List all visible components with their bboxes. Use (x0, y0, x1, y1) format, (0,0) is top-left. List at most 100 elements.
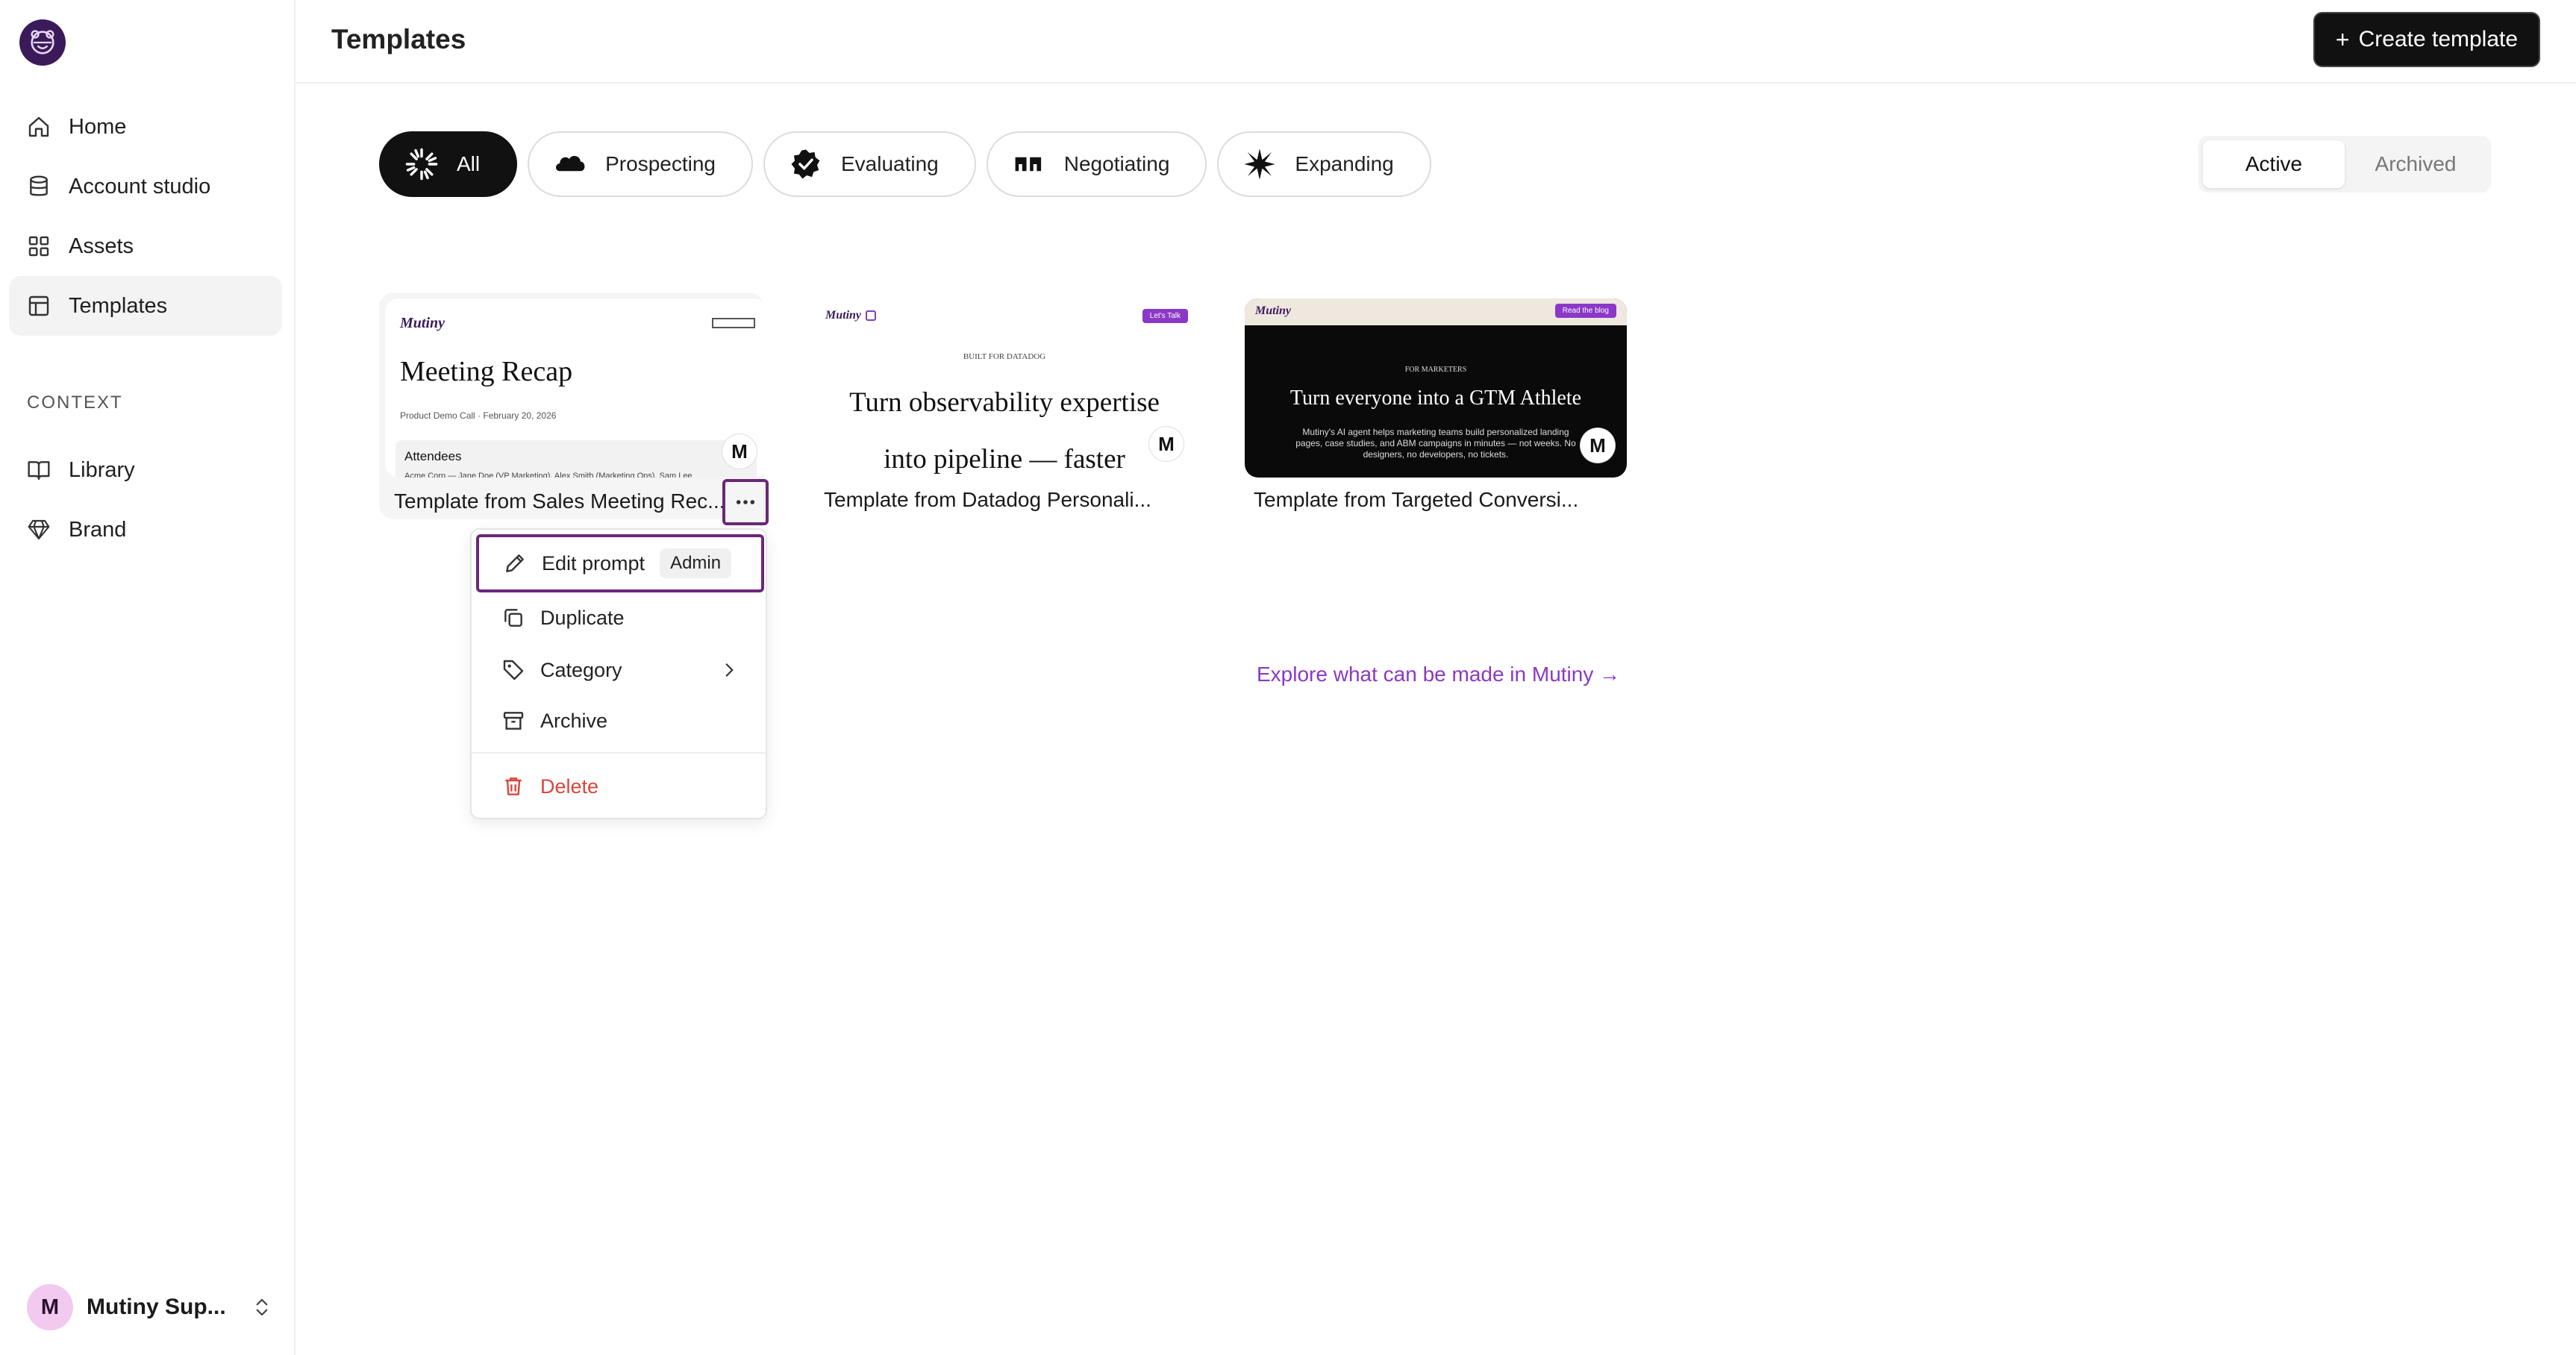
context-nav: Library Brand (9, 440, 282, 560)
quote-icon (1015, 157, 1041, 172)
app-root: Home Account studio Assets Templates CON… (0, 0, 2576, 1355)
spark-icon (1244, 148, 1276, 180)
template-card[interactable]: Mutiny Meeting Recap Product Demo Call ·… (379, 292, 767, 519)
thumb-heading-line1: Turn observability expertise (849, 387, 1160, 418)
gem-icon (28, 519, 50, 540)
sidebar-item-label: Home (69, 114, 127, 139)
sidebar: Home Account studio Assets Templates CON… (0, 0, 296, 1355)
thumb-sub: Product Demo Call · February 20, 2026 (400, 410, 557, 421)
category-filters: All Prospecting Evaluating Negotiating E… (379, 131, 1442, 197)
template-card[interactable]: Mutiny Let's Talk BUILT FOR DATADOG Turn… (813, 298, 1198, 512)
thumb-heading: Meeting Recap (400, 356, 573, 387)
menu-item-category[interactable]: Category (472, 645, 769, 695)
card-context-menu: Edit prompt Admin Duplicate Category Arc… (470, 528, 769, 819)
filter-all[interactable]: All (379, 131, 518, 197)
tag-icon (503, 660, 524, 680)
sidebar-item-label: Assets (69, 234, 134, 258)
chevron-up-down-icon (256, 1298, 268, 1316)
admin-badge: Admin (660, 548, 732, 578)
thumb-body: Mutiny's AI agent helps marketing teams … (1245, 427, 1627, 460)
thumb-heading-line2: into pipeline — faster (884, 444, 1125, 475)
thumb-cta: Let's Talk (1142, 309, 1188, 323)
explore-link[interactable]: Explore what can be made in Mutiny → (1257, 663, 1620, 686)
template-icon (28, 295, 49, 316)
filter-negotiating[interactable]: Negotiating (986, 131, 1207, 197)
bear-logo-icon (31, 30, 54, 54)
trash-icon (505, 777, 522, 795)
page-header: Templates + Create template (296, 0, 2576, 84)
thumb-kicker: FOR MARKETERS (1404, 366, 1467, 374)
thumb-heading: Turn everyone into a GTM Athlete (1289, 387, 1582, 410)
sidebar-item-label: Library (69, 457, 135, 482)
menu-item-label: Category (540, 658, 622, 681)
thumb-body-line: designers, no developers, no tickets. (1363, 449, 1509, 460)
filter-expanding[interactable]: Expanding (1217, 131, 1431, 197)
template-thumbnail: Mutiny Read the blog FOR MARKETERS Turn … (1245, 298, 1627, 478)
main-nav: Home Account studio Assets Templates (9, 97, 282, 336)
template-title: Template from Targeted Conversi... (1254, 488, 1579, 511)
sidebar-item-account-studio[interactable]: Account studio (9, 157, 282, 216)
menu-item-edit-prompt[interactable]: Edit prompt Admin (476, 534, 764, 592)
toggle-active[interactable]: Active (2203, 140, 2345, 188)
sidebar-item-templates[interactable]: Templates (9, 276, 282, 336)
verified-badge-icon (791, 149, 820, 179)
author-badge: M (722, 434, 757, 469)
sidebar-item-label: Brand (69, 517, 127, 542)
create-template-label: Create template (2358, 27, 2519, 51)
toggle-archived[interactable]: Archived (2345, 140, 2486, 188)
thumb-body-line: pages, case studies, and ABM campaigns i… (1295, 438, 1576, 448)
user-menu[interactable]: M Mutiny Sup... (27, 1283, 273, 1331)
menu-divider (472, 752, 769, 754)
template-thumbnail: Mutiny Meeting Recap Product Demo Call ·… (385, 298, 767, 478)
thumb-button (712, 318, 755, 328)
sidebar-item-brand[interactable]: Brand (9, 500, 282, 560)
avatar: M (27, 1284, 73, 1330)
menu-item-label: Archive (540, 709, 608, 732)
thumb-line: Acme Corp — Jane Doe (VP Marketing), Ale… (404, 472, 693, 478)
sidebar-item-assets[interactable]: Assets (9, 216, 282, 276)
filter-label: Negotiating (1063, 152, 1170, 175)
mutiny-logo[interactable] (19, 19, 66, 66)
more-options-button[interactable] (722, 479, 769, 525)
menu-item-duplicate[interactable]: Duplicate (472, 592, 769, 643)
template-title: Template from Sales Meeting Rec... (394, 489, 725, 513)
template-card[interactable]: Mutiny Read the blog FOR MARKETERS Turn … (1245, 298, 1630, 512)
thumb-kicker: BUILT FOR DATADOG (963, 352, 1046, 361)
author-badge: M (1149, 427, 1184, 461)
thumb-cta: Read the blog (1554, 304, 1616, 318)
thumb-logo: Mutiny (400, 315, 446, 331)
thumb-panel: Attendees Acme Corp — Jane Doe (VP Marke… (396, 440, 757, 478)
sidebar-item-label: Templates (69, 293, 168, 318)
copy-icon (504, 609, 522, 627)
filter-label: Prospecting (605, 152, 716, 175)
cloud-icon (556, 156, 585, 172)
chevron-right-icon (725, 663, 734, 677)
page-title: Templates (331, 24, 466, 54)
sidebar-item-home[interactable]: Home (9, 97, 282, 157)
menu-item-delete[interactable]: Delete (472, 761, 769, 812)
filter-prospecting[interactable]: Prospecting (528, 131, 753, 197)
menu-item-label: Delete (540, 774, 599, 798)
context-section-label: CONTEXT (27, 392, 123, 413)
filter-label: Evaluating (841, 152, 939, 175)
thumb-section: Attendees (404, 449, 462, 463)
user-name: Mutiny Sup... (87, 1295, 226, 1319)
create-template-button[interactable]: + Create template (2313, 12, 2540, 67)
sidebar-item-label: Account studio (69, 174, 211, 198)
archive-icon (503, 712, 524, 730)
menu-item-label: Duplicate (540, 606, 625, 629)
filter-label: All (457, 152, 481, 175)
filter-evaluating[interactable]: Evaluating (763, 131, 976, 197)
thumb-logo: Mutiny (825, 309, 862, 322)
sidebar-item-library[interactable]: Library (9, 440, 282, 500)
starburst-ring-icon (405, 148, 438, 181)
pencil-icon (506, 554, 524, 572)
book-icon (28, 461, 50, 481)
thumb-body-line: Mutiny's AI agent helps marketing teams … (1302, 427, 1569, 437)
author-badge: M (1581, 428, 1615, 463)
menu-item-archive[interactable]: Archive (472, 695, 769, 746)
filter-label: Expanding (1295, 152, 1394, 175)
grid-icon (28, 236, 49, 257)
status-toggle: Active Archived (2198, 136, 2491, 193)
ellipsis-icon (736, 500, 755, 504)
